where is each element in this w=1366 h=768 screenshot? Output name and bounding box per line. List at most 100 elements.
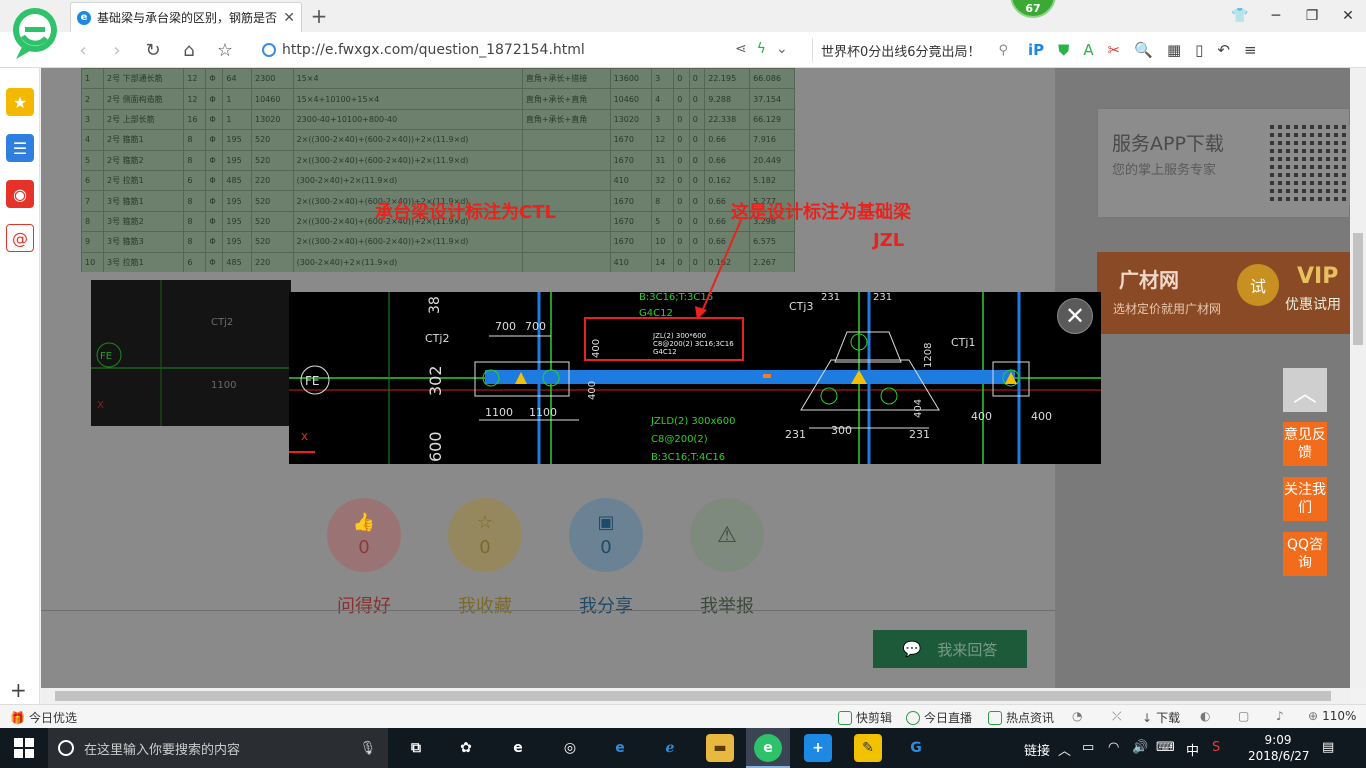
leaf-icon[interactable]: ◐ — [1200, 709, 1210, 723]
today-picks[interactable]: 🎁 今日优选 — [10, 709, 77, 726]
search-text: 世界杯0分出线6分竟出局！ — [821, 44, 981, 60]
status-news[interactable]: 热点资讯 — [988, 709, 1054, 726]
qq-consult-button[interactable]: QQ咨询 — [1283, 532, 1327, 576]
download-icon: ↓ — [1142, 710, 1153, 725]
plus-app-icon[interactable]: + — [804, 734, 832, 762]
minimize-button[interactable]: ─ — [1258, 0, 1294, 32]
tray-link-label[interactable]: 链接 — [1024, 740, 1050, 759]
browser-2345-icon[interactable]: e — [754, 734, 782, 762]
restore-button[interactable]: ❐ — [1294, 0, 1330, 32]
favorites-star-icon[interactable]: ★ — [6, 88, 34, 116]
answer-button[interactable]: 💬 我来回答 — [873, 630, 1027, 668]
vertical-scrollbar[interactable] — [1350, 68, 1366, 688]
qq-browser-icon[interactable]: ◎ — [556, 734, 584, 762]
skin-icon[interactable]: 👕 — [1222, 0, 1258, 32]
task-view-icon[interactable]: ⧉ — [402, 734, 430, 762]
lightning-icon[interactable]: ϟ — [757, 41, 766, 57]
mail-at-icon[interactable]: @ — [6, 224, 34, 252]
scissors-icon[interactable]: ✂ — [1108, 41, 1121, 59]
undo-icon[interactable]: ↶ — [1217, 41, 1230, 59]
left-sidebar: ★ ☰ ◉ @ + — [0, 68, 40, 706]
search-input[interactable]: 世界杯0分出线6分竟出局！ ⚲ — [812, 38, 1008, 62]
reading-mode-icon[interactable]: ▯ — [1195, 41, 1203, 59]
tray-volume-icon[interactable]: 🔊 — [1132, 740, 1148, 755]
share-icon[interactable]: ⋖ — [735, 41, 747, 57]
search-icon[interactable]: ⚲ — [998, 43, 1008, 58]
magnifier-icon[interactable]: 🔍 — [1134, 41, 1153, 59]
window-icon[interactable]: ▢ — [1238, 709, 1249, 723]
tray-battery-icon[interactable]: ▭ — [1082, 740, 1094, 755]
weibo-icon[interactable]: ◉ — [6, 180, 34, 208]
taskbar-search-input[interactable]: 在这里输入你要搜索的内容 🎙 — [48, 728, 388, 768]
status-download[interactable]: ↓ 下载 — [1142, 709, 1180, 726]
video-edit-icon — [838, 710, 852, 725]
action-favorite[interactable]: ☆ 0 我收藏 — [448, 498, 522, 618]
back-to-top-button[interactable]: ︿ — [1283, 368, 1327, 412]
shield-icon[interactable]: ⛊ — [1058, 41, 1069, 59]
translate-icon[interactable]: A — [1083, 41, 1093, 59]
address-bar[interactable]: http://e.fwxgx.com/question_1872154.html — [262, 38, 722, 62]
status-sound: ♪ — [1276, 709, 1284, 723]
status-live[interactable]: 今日直播 — [906, 709, 972, 726]
ad-brand: 广材网 — [1119, 268, 1179, 292]
system-clock[interactable]: 9:09 2018/6/27 — [1248, 732, 1310, 764]
tray-wifi-icon[interactable]: ◠ — [1108, 740, 1119, 755]
feedback-button[interactable]: 意见反馈 — [1283, 422, 1327, 466]
address-actions: ⋖ ϟ ⌄ — [735, 41, 788, 57]
windows-start-icon[interactable] — [14, 738, 34, 758]
tab-close-icon[interactable]: ✕ — [283, 10, 295, 26]
web-page: 服务APP下载 您的掌上服务专家 广材网 选材定价就用广材网 试 VIP 优惠试… — [41, 68, 1350, 688]
tray-keyboard-icon[interactable]: ⌨ — [1156, 740, 1175, 755]
notification-badge[interactable]: 67 — [1010, 0, 1056, 18]
pinwheel-app-icon[interactable]: ✿ — [452, 734, 480, 762]
vertical-scroll-thumb[interactable] — [1353, 233, 1363, 345]
horizontal-scroll-thumb[interactable] — [55, 691, 1331, 701]
reload-button[interactable]: ↻ — [140, 38, 166, 62]
internet-explorer-icon[interactable]: ℯ — [656, 734, 684, 762]
ie-app-icon[interactable]: e — [504, 734, 532, 762]
apps-grid-icon[interactable]: ▦ — [1167, 41, 1181, 59]
gift-icon: 🎁 — [10, 710, 25, 725]
new-tab-button[interactable]: + — [306, 4, 332, 28]
tray-sogou-icon[interactable]: S — [1212, 740, 1220, 755]
action-center-icon[interactable]: ▤ — [1322, 740, 1334, 755]
live-label: 今日直播 — [924, 711, 973, 725]
tray-chevron-icon[interactable]: ︿ — [1058, 740, 1071, 759]
app-download-card[interactable]: 服务APP下载 您的掌上服务专家 — [1097, 108, 1350, 218]
horizontal-scrollbar[interactable] — [41, 688, 1350, 704]
speed-icon[interactable]: ◔ — [1072, 709, 1082, 723]
browser-logo-icon[interactable] — [10, 5, 60, 61]
microphone-icon[interactable]: 🎙 — [359, 741, 376, 756]
reading-list-icon[interactable]: ☰ — [6, 134, 34, 162]
good-label: 问得好 — [337, 596, 391, 617]
edge-icon[interactable]: e — [606, 734, 634, 762]
g-app-icon[interactable]: G — [902, 734, 930, 762]
tray-ime-label[interactable]: 中 — [1186, 740, 1199, 759]
file-explorer-icon[interactable]: ▬ — [706, 734, 734, 762]
ad-vip-sub: 优惠试用 — [1285, 297, 1341, 313]
back-button[interactable]: ‹ — [70, 38, 96, 62]
close-window-button[interactable]: ✕ — [1330, 0, 1366, 32]
share-image-icon: ▣ 0 — [569, 498, 643, 572]
action-good-question[interactable]: 👍 0 问得好 — [327, 498, 401, 618]
status-quick-edit[interactable]: 快剪辑 — [838, 709, 892, 726]
action-report[interactable]: ⚠ 我举报 — [690, 498, 764, 618]
action-share[interactable]: ▣ 0 我分享 — [569, 498, 643, 618]
forward-button[interactable]: › — [104, 38, 130, 62]
menu-icon[interactable]: ≡ — [1244, 41, 1257, 59]
notes-app-icon[interactable]: ✎ — [854, 734, 882, 762]
follow-us-button[interactable]: 关注我们 — [1283, 477, 1327, 521]
favorite-star-button[interactable]: ☆ — [212, 38, 238, 62]
toolbar-icons: iP ⛊ A ✂ 🔍 ▦ ▯ ↶ ≡ — [1028, 38, 1257, 62]
sound-icon[interactable]: ♪ — [1276, 709, 1284, 723]
pin-icon[interactable]: ⤫ — [1112, 709, 1122, 724]
close-preview-button[interactable]: ✕ — [1057, 298, 1093, 334]
chevron-down-icon[interactable]: ⌄ — [776, 41, 788, 57]
status-zoom[interactable]: ⊕ 110% — [1308, 709, 1356, 723]
ad-banner[interactable]: 广材网 选材定价就用广材网 试 VIP 优惠试用 — [1097, 252, 1350, 334]
home-button[interactable]: ⌂ — [176, 38, 202, 62]
add-sidebar-button[interactable]: + — [10, 678, 27, 702]
ip-icon[interactable]: iP — [1028, 41, 1044, 59]
tab-active[interactable]: e 基础梁与承台梁的区别，钢筋是否 ✕ — [70, 2, 302, 32]
report-label: 我举报 — [700, 596, 754, 617]
